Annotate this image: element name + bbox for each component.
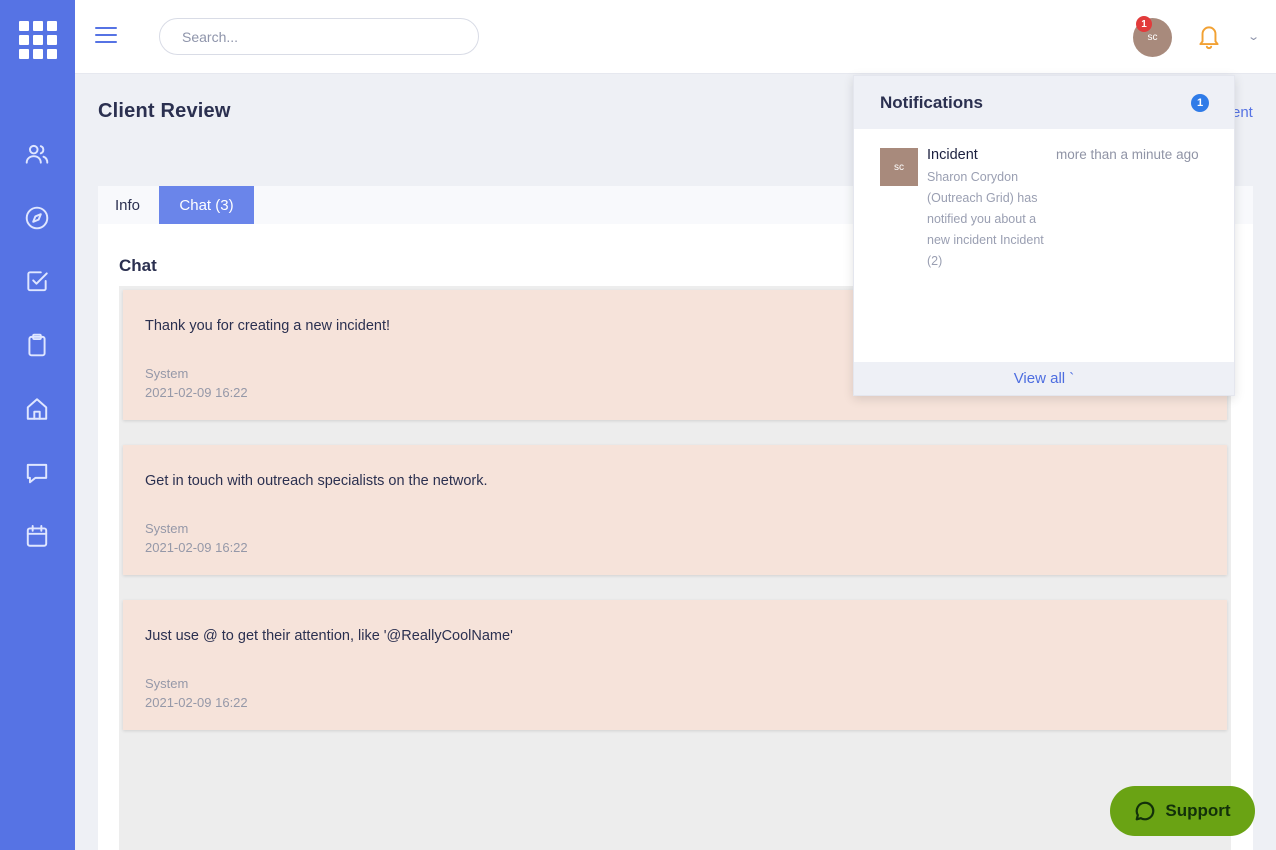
notifications-title: Notifications [880,93,983,112]
menu-icon[interactable] [95,27,117,45]
tab-chat[interactable]: Chat (3) [159,186,254,224]
message-text: Get in touch with outreach specialists o… [145,473,488,489]
chevron-down-icon[interactable]: ⌄ [1247,30,1260,43]
users-icon[interactable] [24,141,50,167]
notifications-dropdown: Notifications 1 sc Incident more than a … [853,75,1235,396]
chat-title: Chat [119,256,157,275]
clipboard-icon[interactable] [24,332,50,358]
notification-body: Sharon Corydon (Outreach Grid) has notif… [927,170,1044,268]
home-icon[interactable] [24,396,50,422]
search-input[interactable] [159,18,479,55]
message-time: 2021-02-09 16:22 [145,695,248,710]
compass-icon[interactable] [24,205,50,231]
message-author: System [145,366,189,381]
chat-message: Just use @ to get their attention, like … [123,600,1227,730]
support-label: Support [1165,801,1231,820]
notification-title: Incident [927,147,978,163]
apps-grid-icon[interactable] [19,21,57,59]
notifications-count-badge: 1 [1191,94,1209,112]
bell-icon[interactable] [1196,22,1224,50]
notifications-header: Notifications 1 [854,76,1234,129]
checkbox-icon[interactable] [24,268,50,294]
page-action-link[interactable]: ent [1232,104,1253,121]
message-text: Just use @ to get their attention, like … [145,628,513,644]
message-time: 2021-02-09 16:22 [145,385,248,400]
tab-info[interactable]: Info [98,186,157,224]
message-text: Thank you for creating a new incident! [145,318,391,334]
notification-item[interactable]: sc Incident more than a minute ago Sharo… [854,129,1234,279]
support-button[interactable]: Support [1110,786,1255,836]
notification-badge: 1 [1136,16,1152,32]
chat-icon[interactable] [24,460,50,486]
chat-message: Get in touch with outreach specialists o… [123,445,1227,575]
notification-avatar: sc [880,148,918,186]
calendar-icon[interactable] [24,523,50,549]
view-all-link[interactable]: View all ` [854,362,1234,395]
page-title: Client Review [98,100,231,122]
chat-bubble-icon [1136,801,1155,821]
message-author: System [145,521,189,536]
top-bar: sc ⌄ [75,0,1276,74]
notification-time: more than a minute ago [1056,147,1199,162]
sidebar [0,0,75,850]
message-time: 2021-02-09 16:22 [145,540,248,555]
message-author: System [145,676,189,691]
